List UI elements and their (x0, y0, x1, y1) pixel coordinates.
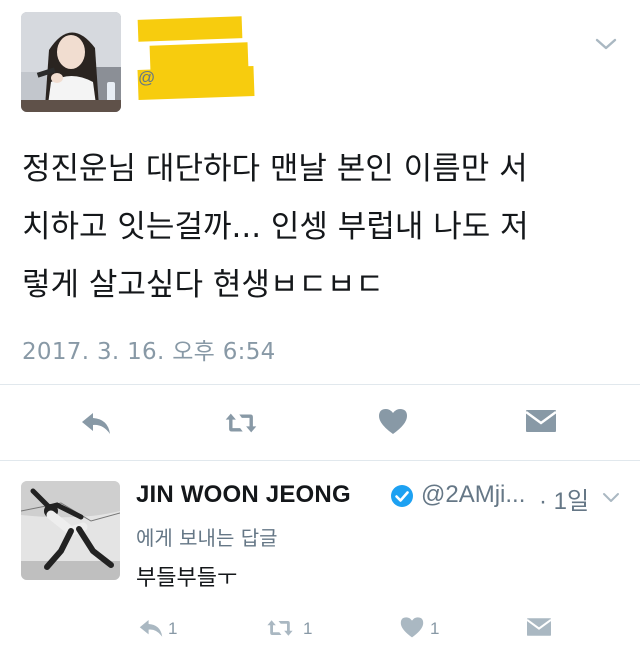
retweet-icon[interactable] (224, 408, 258, 438)
reply-author-handle[interactable]: @2AMji... (421, 481, 525, 509)
message-icon[interactable] (525, 615, 553, 639)
tweet-text-line: 정진운님 대단하다 맨날 본인 이름만 서 (22, 151, 528, 187)
divider (0, 460, 640, 461)
reply-text: 부들부들ㅜ (136, 566, 238, 591)
reply-icon[interactable] (79, 408, 113, 438)
message-icon[interactable] (524, 406, 558, 436)
reply-count: 1 (168, 619, 178, 638)
reply-icon[interactable] (137, 616, 165, 640)
like-icon[interactable] (376, 406, 410, 436)
like-count: 1 (430, 619, 440, 638)
reply-context: 에게 보내는 답글 (136, 526, 278, 550)
author-avatar[interactable] (21, 12, 121, 112)
redacted-author-name: @ (134, 14, 264, 101)
verified-badge-icon (391, 485, 413, 507)
tweet-text: 정진운님 대단하다 맨날 본인 이름만 서 치하고 잇는걸까... 인셍 부럽내… (22, 140, 622, 314)
chevron-down-icon[interactable] (594, 36, 618, 52)
chevron-down-icon[interactable] (602, 492, 620, 504)
avatar-photo (21, 12, 121, 112)
tweet-timestamp: 2017. 3. 16. 오후 6:54 (22, 339, 276, 365)
retweet-icon[interactable] (266, 616, 294, 640)
divider (0, 384, 640, 385)
like-icon[interactable] (398, 615, 426, 639)
avatar-photo (21, 481, 120, 580)
reply-avatar[interactable] (21, 481, 120, 580)
reply-author-name[interactable]: JIN WOON JEONG (136, 481, 351, 509)
reply-time: · 1일 (539, 488, 590, 515)
tweet-text-line: 렇게 살고싶다 현생ㅂㄷㅂㄷ (22, 267, 384, 303)
tweet-text-line: 치하고 잇는걸까... 인셍 부럽내 나도 저 (22, 209, 529, 245)
retweet-count: 1 (303, 619, 313, 638)
